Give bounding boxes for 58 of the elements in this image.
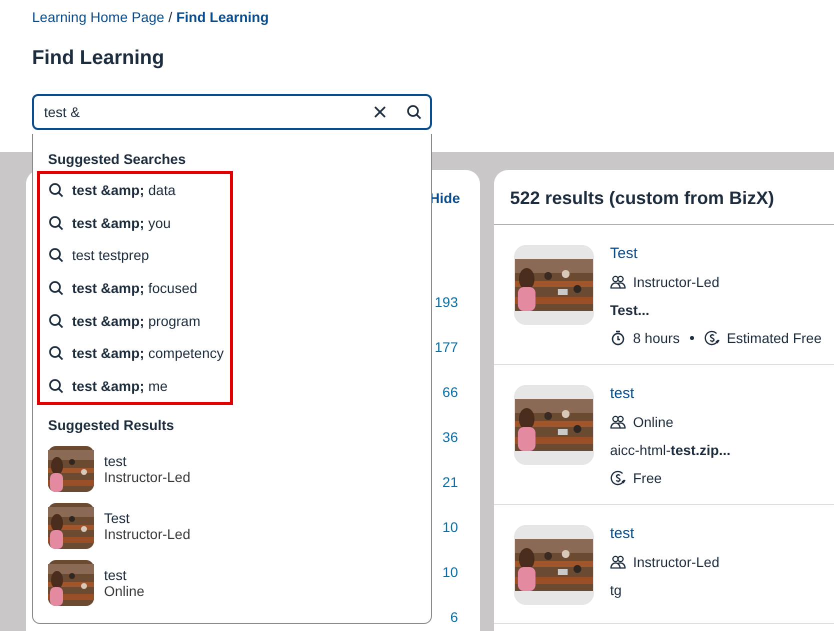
suggested-result-title[interactable]: Test xyxy=(104,510,190,526)
section-heading: Suggested Results xyxy=(48,417,176,433)
suggested-search-item[interactable]: test &amp; focused xyxy=(48,272,230,304)
filter-count: 193 xyxy=(434,294,458,311)
search-icon xyxy=(48,378,64,394)
suggested-search-item[interactable]: test &amp; program xyxy=(48,304,230,337)
separator-dot xyxy=(690,336,694,340)
breadcrumb-current: Find Learning xyxy=(176,9,269,25)
result-description: Test... xyxy=(610,302,650,318)
dollar-icon xyxy=(610,470,626,486)
suggested-search-item[interactable]: test &amp; competency xyxy=(48,336,230,370)
suggested-search-item[interactable]: test testprep xyxy=(48,239,230,272)
suggested-search-item[interactable]: test &amp; me xyxy=(48,369,230,402)
dollar-icon xyxy=(704,330,720,346)
suggested-result-type: Instructor-Led xyxy=(104,526,190,542)
search-input[interactable]: test & xyxy=(42,103,354,121)
meta-text: Estimated Free xyxy=(726,330,822,346)
stopwatch-icon xyxy=(610,330,626,346)
people-icon xyxy=(610,554,626,570)
search-icon xyxy=(48,312,64,329)
close-icon[interactable] xyxy=(372,104,388,120)
search-icon xyxy=(48,280,64,296)
suggested-result-type: Instructor-Led xyxy=(104,469,190,485)
result-title-link[interactable]: test xyxy=(610,525,834,542)
result-title-link[interactable]: test xyxy=(610,385,834,402)
result-title-link[interactable]: Test xyxy=(610,245,834,262)
breadcrumb-link[interactable]: Learning Home Page xyxy=(32,9,164,25)
suggested-result-type: Online xyxy=(104,583,144,599)
suggested-search-item[interactable]: test &amp; data xyxy=(48,174,230,207)
section-heading: Suggested Searches xyxy=(48,151,187,167)
suggested-result-title[interactable]: test xyxy=(104,567,144,583)
filter-count: 177 xyxy=(434,339,458,356)
filter-count: 10 xyxy=(442,519,458,536)
filter-count: 10 xyxy=(442,564,458,581)
delivery-type: Online xyxy=(633,414,674,430)
filter-count: 6 xyxy=(450,609,458,626)
search-field[interactable]: test & xyxy=(32,94,432,130)
meta-text: 8 hours xyxy=(633,330,680,346)
people-icon xyxy=(610,414,626,430)
breadcrumb-separator: / xyxy=(168,9,172,25)
results-heading: 522 results (custom from BizX) xyxy=(494,170,834,225)
result-description: aicc-html-test.zip... xyxy=(610,442,732,458)
search-icon xyxy=(48,182,64,198)
suggested-result-title[interactable]: test xyxy=(104,453,190,469)
filter-count: 36 xyxy=(442,429,458,446)
filter-count: 66 xyxy=(442,384,458,401)
search-icon xyxy=(48,247,64,264)
meta-text: Free xyxy=(633,470,662,486)
delivery-type: Instructor-Led xyxy=(633,274,720,290)
result-description: tg xyxy=(610,582,623,598)
delivery-type: Instructor-Led xyxy=(633,554,720,570)
filter-count: 21 xyxy=(442,474,458,491)
search-icon xyxy=(48,345,64,362)
suggested-search-item[interactable]: test &amp; you xyxy=(48,206,230,240)
search-icon[interactable] xyxy=(406,104,422,120)
search-icon xyxy=(48,214,64,231)
page-title: Find Learning xyxy=(32,47,166,70)
people-icon xyxy=(610,274,626,290)
